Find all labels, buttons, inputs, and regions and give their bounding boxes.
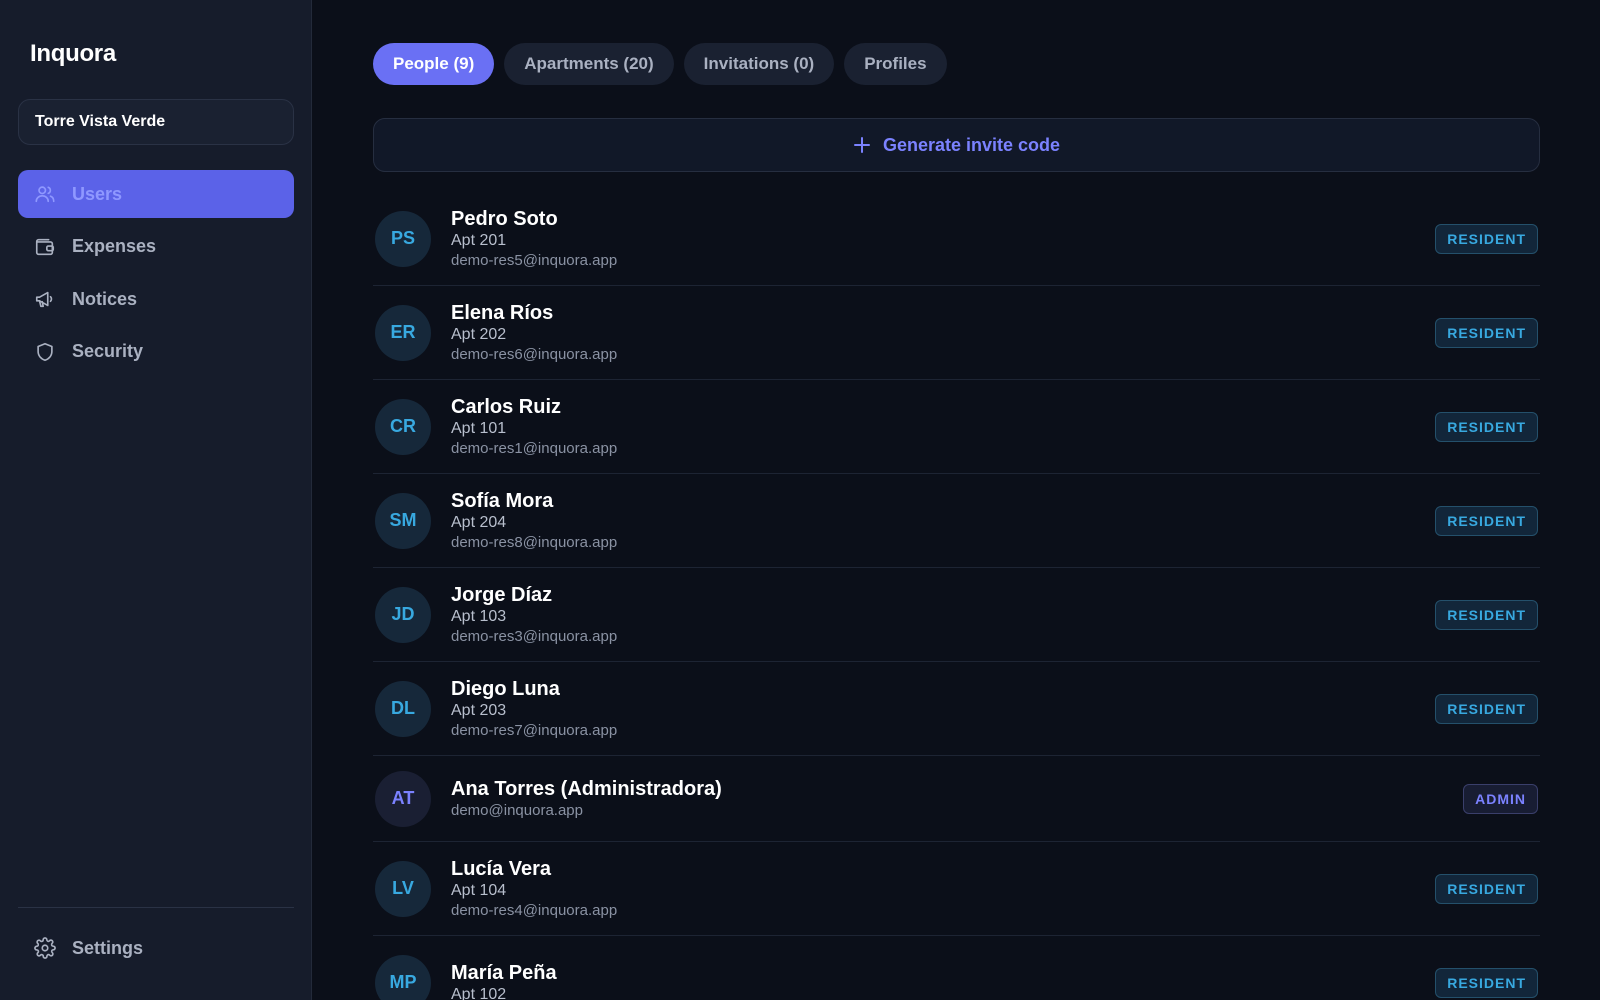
list-item[interactable]: CR Carlos Ruiz Apt 101 demo-res1@inquora…	[373, 380, 1540, 474]
plus-icon	[853, 136, 871, 154]
sidebar-item-expenses[interactable]: Expenses	[18, 223, 294, 271]
sidebar-item-users[interactable]: Users	[18, 170, 294, 218]
generate-invite-label: Generate invite code	[882, 134, 1061, 155]
role-badge: RESIDENT	[1435, 967, 1538, 998]
role-badge: RESIDENT	[1435, 317, 1538, 348]
list-item[interactable]: MP María Peña Apt 102 RESIDENT	[373, 936, 1540, 1000]
person-apartment: Apt 104	[451, 882, 507, 899]
megaphone-icon	[34, 288, 56, 310]
person-email: demo-res3@inquora.app	[451, 628, 618, 645]
person-name: Carlos Ruiz	[451, 396, 562, 418]
avatar: MP	[375, 954, 431, 1000]
app-logo: Inquora	[30, 40, 116, 67]
tab-people[interactable]: People (9)	[373, 43, 495, 85]
settings-label: Settings	[72, 937, 144, 958]
avatar: DL	[375, 680, 431, 737]
avatar: LV	[375, 860, 431, 917]
person-name: Elena Ríos	[451, 302, 554, 324]
tab-apartments[interactable]: Apartments (20)	[504, 43, 674, 85]
person-apartment: Apt 102	[451, 985, 507, 1000]
person-apartment: Apt 101	[451, 420, 507, 437]
person-name: Jorge Díaz	[451, 584, 553, 606]
sidebar-item-label: Security	[72, 341, 144, 361]
building-name: Torre Vista Verde	[35, 113, 166, 130]
gear-icon	[34, 937, 56, 959]
role-badge: ADMIN	[1463, 783, 1538, 814]
sidebar-item-notices[interactable]: Notices	[18, 275, 294, 323]
role-badge: RESIDENT	[1435, 599, 1538, 630]
person-apartment: Apt 203	[451, 702, 507, 719]
sidebar-item-label: Expenses	[72, 236, 157, 256]
sidebar-item-label: Notices	[72, 288, 138, 309]
role-badge: RESIDENT	[1435, 223, 1538, 254]
list-item[interactable]: AT Ana Torres (Administradora) demo@inqu…	[373, 756, 1540, 842]
avatar: ER	[375, 304, 431, 361]
sidebar-nav: Users Expenses Notices Security	[18, 170, 294, 380]
list-item[interactable]: LV Lucía Vera Apt 104 demo-res4@inquora.…	[373, 842, 1540, 936]
list-item[interactable]: JD Jorge Díaz Apt 103 demo-res3@inquora.…	[373, 568, 1540, 662]
sidebar-divider	[18, 907, 294, 908]
person-name: Lucía Vera	[451, 858, 552, 880]
avatar: SM	[375, 492, 431, 549]
person-email: demo@inquora.app	[451, 802, 583, 819]
avatar: JD	[375, 586, 431, 643]
sidebar-item-security[interactable]: Security	[18, 328, 294, 376]
avatar: CR	[375, 398, 431, 455]
person-email: demo-res1@inquora.app	[451, 440, 618, 457]
generate-invite-button[interactable]: Generate invite code	[373, 118, 1540, 172]
role-badge: RESIDENT	[1435, 411, 1538, 442]
avatar: PS	[375, 210, 431, 267]
role-badge: RESIDENT	[1435, 873, 1538, 904]
person-name: Diego Luna	[451, 678, 560, 700]
list-item[interactable]: DL Diego Luna Apt 203 demo-res7@inquora.…	[373, 662, 1540, 756]
person-email: demo-res4@inquora.app	[451, 902, 618, 919]
person-name: Ana Torres (Administradora)	[451, 778, 722, 800]
users-icon	[34, 183, 56, 205]
sidebar-item-settings[interactable]: Settings	[18, 924, 294, 972]
person-apartment: Apt 202	[451, 326, 507, 343]
person-email: demo-res5@inquora.app	[451, 252, 618, 269]
people-list: PS Pedro Soto Apt 201 demo-res5@inquora.…	[373, 192, 1540, 1000]
person-apartment: Apt 204	[451, 514, 507, 531]
person-apartment: Apt 201	[451, 232, 507, 249]
shield-icon	[34, 341, 56, 363]
building-selector[interactable]: Torre Vista Verde	[18, 99, 294, 145]
list-item[interactable]: SM Sofía Mora Apt 204 demo-res8@inquora.…	[373, 474, 1540, 568]
list-item[interactable]: PS Pedro Soto Apt 201 demo-res5@inquora.…	[373, 192, 1540, 286]
role-badge: RESIDENT	[1435, 693, 1538, 724]
person-name: Sofía Mora	[451, 490, 554, 512]
tab-profiles[interactable]: Profiles	[844, 43, 947, 85]
tab-invitations[interactable]: Invitations (0)	[683, 43, 835, 85]
person-email: demo-res7@inquora.app	[451, 722, 618, 739]
main-content: People (9) Apartments (20) Invitations (…	[373, 0, 1540, 1000]
sidebar: Inquora Torre Vista Verde Users Expenses	[0, 0, 312, 1000]
person-apartment: Apt 103	[451, 608, 507, 625]
person-name: Pedro Soto	[451, 208, 558, 230]
person-email: demo-res6@inquora.app	[451, 346, 618, 363]
role-badge: RESIDENT	[1435, 505, 1538, 536]
person-name: María Peña	[451, 961, 557, 984]
person-email: demo-res8@inquora.app	[451, 534, 618, 551]
avatar: AT	[375, 770, 431, 827]
wallet-icon	[34, 236, 56, 258]
sidebar-item-label: Users	[72, 183, 123, 204]
list-item[interactable]: ER Elena Ríos Apt 202 demo-res6@inquora.…	[373, 286, 1540, 380]
tab-bar: People (9) Apartments (20) Invitations (…	[373, 43, 957, 85]
